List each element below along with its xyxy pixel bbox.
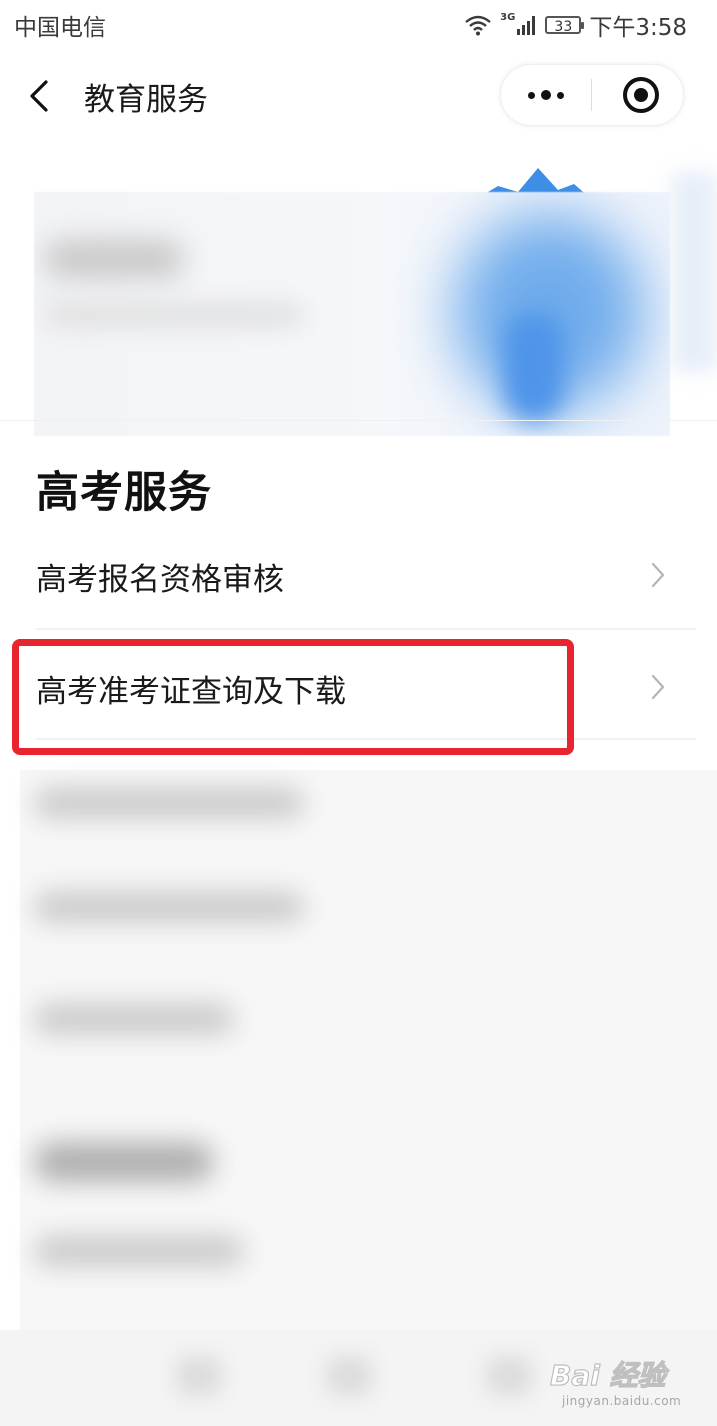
chevron-right-icon [651,562,665,588]
banner-edge-blur [672,172,717,372]
watermark-logo: Bai 经验 [549,1358,666,1392]
close-button[interactable] [605,65,677,125]
back-button[interactable] [22,74,62,118]
banner-divider [0,420,717,421]
service-item-admission-ticket[interactable]: 高考准考证查询及下载 [0,632,717,742]
blurred-item [34,892,304,922]
blurred-heading [34,1142,214,1182]
item-divider [36,738,696,740]
clock: 下午3:58 [589,15,687,41]
mini-program-capsule [500,64,684,126]
blurred-tab[interactable] [486,1356,532,1396]
more-dots-icon [528,91,535,99]
network-type-label: 3G [500,11,516,23]
blurred-service-list [20,770,717,1330]
battery-icon: 33 [545,16,585,35]
blurred-tab[interactable] [326,1356,372,1396]
nav-bar: 教育服务 [0,56,717,136]
carrier-name: 中国电信 [14,15,106,41]
battery-level: 33 [554,19,573,35]
more-dot-center [541,90,551,100]
wifi-icon [465,15,491,36]
banner-blur-text [44,240,184,278]
status-icons: 3G 33 下午3:58 [464,8,687,42]
more-dot-right [557,91,564,99]
chevron-right-icon [651,674,665,700]
blurred-item [34,1236,244,1266]
blurred-item [34,1004,234,1034]
item-divider [36,628,696,630]
capsule-divider [591,79,592,111]
section-title: 高考服务 [36,468,212,518]
blurred-tab[interactable] [176,1356,222,1396]
page-title: 教育服务 [84,82,208,118]
blurred-item [34,788,304,818]
service-item-registration-review[interactable]: 高考报名资格审核 [0,520,717,630]
banner-blur-subtext [44,304,304,326]
record-circle-icon [623,77,659,113]
status-bar: 中国电信 3G 33 下午3:58 [0,0,717,48]
banner-image[interactable] [34,192,670,436]
banner-blur-graphic-stem [504,312,564,422]
watermark-url: jingyan.baidu.com [562,1394,682,1408]
chevron-left-icon [30,80,48,112]
more-button[interactable] [501,65,591,125]
signal-icon [517,15,537,35]
service-item-label: 高考报名资格审核 [36,562,284,598]
baidu-jingyan-watermark: Bai 经验 jingyan.baidu.com [549,1350,700,1420]
service-item-label: 高考准考证查询及下载 [36,674,346,710]
